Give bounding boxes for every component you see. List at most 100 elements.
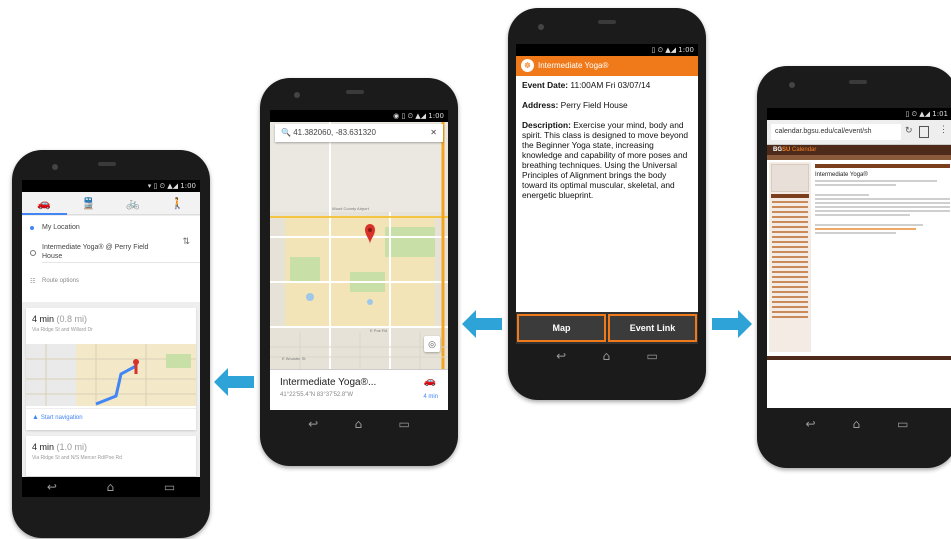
route-duration: 4 min (0.8 mi) (32, 314, 88, 324)
destination-dot-icon (30, 250, 36, 256)
event-action-bar: Map Event Link (516, 312, 698, 344)
left-arrow-icon (462, 310, 502, 338)
status-bar: ▯ ⏲ ▲◢ 1:00 (516, 44, 698, 56)
speaker (98, 162, 116, 166)
recents-icon[interactable]: ▭ (646, 349, 657, 363)
drive-time: 4 min (423, 394, 438, 400)
swap-icon[interactable]: ⇅ (182, 236, 190, 247)
my-location-button[interactable]: ◎ (424, 336, 440, 352)
home-icon[interactable]: ⌂ (355, 417, 363, 431)
tab-indicator (22, 213, 67, 215)
recents-icon[interactable]: ▭ (897, 417, 908, 431)
home-icon[interactable]: ⌂ (603, 349, 611, 363)
phone-browser: ▯ ⏲ ▲◢ 1:01 calendar.bgsu.edu/cal/event/… (757, 66, 951, 468)
tabs-icon[interactable] (919, 126, 929, 138)
map-search-input[interactable]: 🔍 41.382060, -83.631320 ✕ (275, 124, 443, 142)
url-input[interactable]: calendar.bgsu.edu/cal/event/sh (771, 124, 901, 140)
status-bar: ▯ ⏲ ▲◢ 1:01 (767, 108, 951, 120)
back-icon[interactable]: ↩ (308, 417, 318, 431)
back-icon[interactable]: ↩ (47, 480, 57, 494)
system-nav-bar: ↩ ⌂ ▭ (290, 414, 428, 434)
car-icon[interactable]: 🚗 (424, 376, 436, 387)
location-target-icon: ◎ (428, 339, 436, 349)
speaker (849, 80, 867, 84)
back-icon[interactable]: ↩ (805, 417, 815, 431)
date-label: Event Date: (522, 80, 569, 90)
system-nav-bar: ↩ ⌂ ▭ (22, 477, 200, 497)
event-link-button[interactable]: Event Link (608, 314, 697, 342)
travel-mode-tabs: 🚗 🚆 🚲 🚶 (22, 192, 200, 215)
phone-event: ▯ ⏲ ▲◢ 1:00 ☸ Intermediate Yoga® Event D… (508, 8, 706, 400)
route-map-thumbnail (26, 344, 196, 406)
close-icon[interactable]: ✕ (430, 124, 437, 142)
options-icon: ☷ (30, 279, 36, 285)
home-icon[interactable]: ⌂ (107, 480, 115, 494)
address-value: Perry Field House (560, 100, 628, 110)
transit-icon[interactable]: 🚆 (82, 197, 96, 210)
speaker (346, 90, 364, 94)
route-card-1[interactable]: 4 min (0.8 mi) Via Ridge St and Willard … (26, 308, 196, 430)
site-nav (767, 155, 951, 160)
event-details: Event Date: 11:00AM Fri 03/07/14 Address… (522, 80, 692, 210)
mini-calendar[interactable] (771, 164, 809, 192)
event-page-title: Intermediate Yoga® (815, 172, 868, 178)
navigation-arrow-icon: ▲ (32, 414, 39, 421)
place-coords: 41°22'55.4"N 83°37'52.8"W (280, 392, 354, 398)
description-label: Description: (522, 120, 571, 130)
place-info-panel[interactable]: Intermediate Yoga®... 41°22'55.4"N 83°37… (270, 369, 448, 410)
bike-icon[interactable]: 🚲 (126, 197, 140, 210)
left-arrow-icon (214, 368, 254, 396)
recents-icon[interactable]: ▭ (164, 480, 175, 494)
browser-screen: ▯ ⏲ ▲◢ 1:01 calendar.bgsu.edu/cal/event/… (767, 108, 951, 408)
brand-bg: BG (773, 147, 782, 153)
search-icon: 🔍 (281, 128, 291, 137)
system-nav-bar: ↩ ⌂ ▭ (538, 346, 676, 366)
car-icon[interactable]: 🚗 (37, 197, 51, 210)
site-footer (767, 356, 951, 360)
camera (789, 82, 795, 88)
divider (42, 262, 200, 263)
phone-directions: ▾ ▯ ⏲ ▲◢ 1:00 🚗 🚆 🚲 🚶 My Location Interm… (12, 150, 210, 538)
recents-icon[interactable]: ▭ (398, 417, 409, 431)
map-screen: ◉ ▯ ⏲ ▲◢ 1:00 Wood County Airport E Poe … (270, 110, 448, 410)
camera (52, 164, 58, 170)
back-icon[interactable]: ↩ (556, 349, 566, 363)
status-bar: ◉ ▯ ⏲ ▲◢ 1:00 (270, 110, 448, 122)
browser-toolbar: calendar.bgsu.edu/cal/event/sh ↻ ⋮ (767, 120, 951, 145)
right-arrow-icon (712, 310, 752, 338)
start-navigation-button[interactable]: ▲ Start navigation (32, 414, 83, 421)
site-header: BGSU Calendar (767, 145, 951, 155)
event-content: Intermediate Yoga® (815, 164, 950, 236)
directions-screen: ▾ ▯ ⏲ ▲◢ 1:00 🚗 🚆 🚲 🚶 My Location Interm… (22, 180, 200, 497)
brand-title: Calendar (792, 147, 817, 153)
airport-label: Wood County Airport (332, 206, 369, 211)
walk-icon[interactable]: 🚶 (171, 197, 185, 210)
event-title: Intermediate Yoga® (538, 61, 609, 70)
menu-icon[interactable]: ⋮ (939, 124, 948, 135)
system-nav-bar: ↩ ⌂ ▭ (787, 414, 927, 434)
home-icon[interactable]: ⌂ (853, 417, 861, 431)
route-duration: 4 min (1.0 mi) (32, 442, 88, 452)
reload-icon[interactable]: ↻ (905, 125, 913, 136)
phone-map: ◉ ▯ ⏲ ▲◢ 1:00 Wood County Airport E Poe … (260, 78, 458, 466)
status-bar: ▾ ▯ ⏲ ▲◢ 1:00 (22, 180, 200, 192)
road-label-2: E Wooster St (282, 356, 306, 361)
route-options-link[interactable]: Route options (42, 278, 79, 284)
speaker (598, 20, 616, 24)
route-card-2[interactable]: 4 min (1.0 mi) Via Ridge St and N/S Merc… (26, 436, 196, 476)
directions-card: My Location Intermediate Yoga® @ Perry F… (22, 216, 200, 302)
map-view[interactable] (270, 122, 448, 372)
app-logo-icon: ☸ (521, 59, 534, 72)
description-value: Exercise your mind, body and spirit. Thi… (522, 120, 689, 200)
camera (294, 92, 300, 98)
calendar-sidebar (769, 162, 811, 352)
origin-dot-icon (30, 226, 34, 230)
route-via: Via Ridge St and N/S Mercer Rd/Poe Rd (32, 455, 122, 461)
destination-field[interactable]: Intermediate Yoga® @ Perry Field House (42, 243, 152, 261)
event-screen: ▯ ⏲ ▲◢ 1:00 ☸ Intermediate Yoga® Event D… (516, 44, 698, 344)
road-label: E Poe Rd (370, 328, 388, 333)
route-via: Via Ridge St and Willard Dr (32, 327, 93, 333)
address-label: Address: (522, 100, 559, 110)
map-button[interactable]: Map (517, 314, 606, 342)
origin-field[interactable]: My Location (42, 224, 80, 231)
